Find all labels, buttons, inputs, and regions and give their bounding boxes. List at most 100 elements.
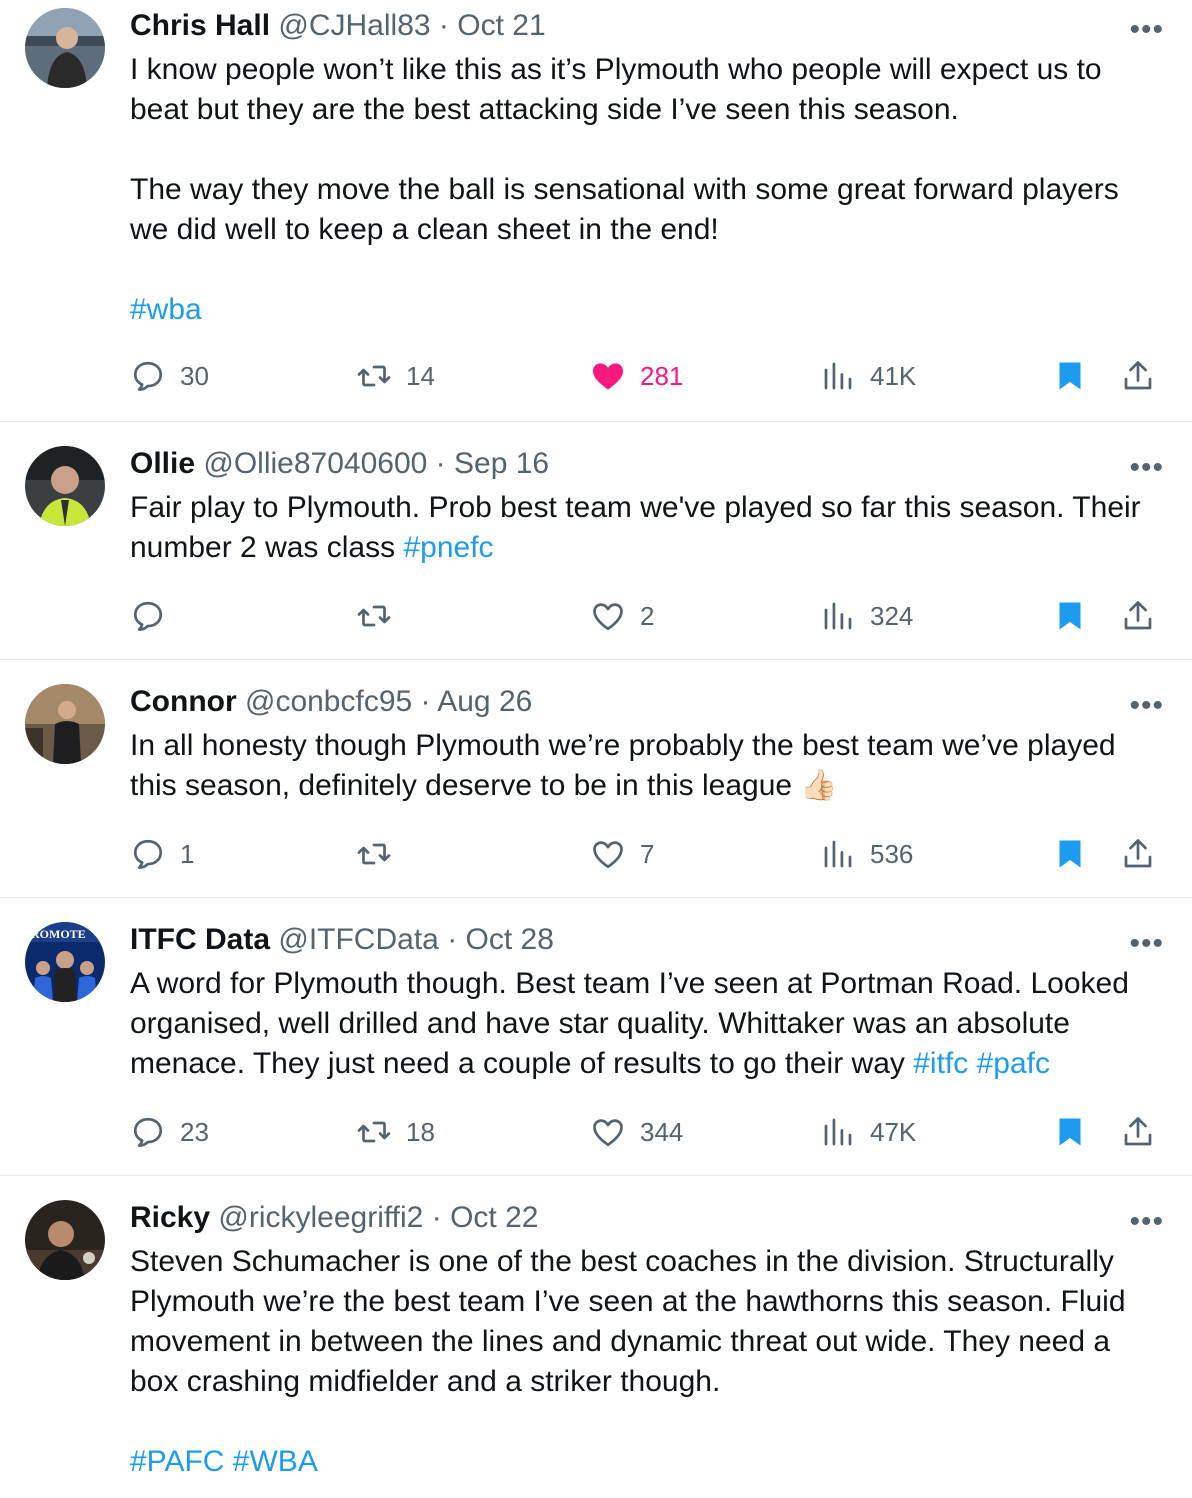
retweet-button[interactable]: 14 bbox=[356, 356, 435, 396]
retweet-button[interactable] bbox=[356, 596, 406, 636]
hashtag-link[interactable]: #wba bbox=[130, 290, 1162, 330]
tweet-date[interactable]: Oct 22 bbox=[450, 1201, 538, 1234]
author-name[interactable]: Connor bbox=[130, 685, 237, 718]
reply-button[interactable] bbox=[130, 596, 180, 636]
tweet-card[interactable]: Connor @conbcfc95 · Aug 26 In all honest… bbox=[0, 660, 1192, 898]
more-options-icon[interactable]: ••• bbox=[1129, 15, 1164, 45]
more-options-icon[interactable]: ••• bbox=[1129, 691, 1164, 721]
tweet-card[interactable]: Chris Hall @CJHall83 · Oct 21 I know peo… bbox=[0, 0, 1192, 422]
tweet-date[interactable]: Aug 26 bbox=[437, 685, 532, 718]
share-icon bbox=[1124, 1117, 1152, 1146]
like-count: 7 bbox=[640, 838, 655, 869]
tweet-paragraph: Fair play to Plymouth. Prob best team we… bbox=[130, 491, 1141, 564]
reply-count: 23 bbox=[180, 1116, 209, 1147]
tweet-card[interactable]: Ricky @rickyleegriffi2 · Oct 22 Steven S… bbox=[0, 1176, 1192, 1498]
views-button[interactable]: 324 bbox=[820, 596, 913, 636]
avatar[interactable] bbox=[25, 446, 105, 526]
separator: · bbox=[438, 9, 449, 42]
analytics-icon bbox=[824, 602, 852, 630]
tweet-paragraph: The way they move the ball is sensationa… bbox=[130, 173, 1119, 246]
bookmark-button[interactable] bbox=[1052, 356, 1088, 396]
tweet-date[interactable]: Sep 16 bbox=[454, 447, 549, 480]
tweet-actions: 23 18 344 47K bbox=[130, 1112, 1156, 1152]
author-handle[interactable]: @rickyleegriffi2 bbox=[218, 1201, 423, 1234]
views-button[interactable]: 47K bbox=[820, 1112, 916, 1152]
like-count: 2 bbox=[640, 600, 655, 631]
avatar[interactable] bbox=[25, 1200, 105, 1280]
share-button[interactable] bbox=[1120, 1112, 1156, 1152]
retweet-count: 14 bbox=[406, 360, 435, 391]
heart-filled-icon bbox=[593, 363, 623, 390]
separator: · bbox=[435, 447, 446, 480]
analytics-icon bbox=[824, 1118, 852, 1146]
bookmark-button[interactable] bbox=[1052, 834, 1088, 874]
avatar[interactable] bbox=[25, 684, 105, 764]
bookmark-filled-icon bbox=[1059, 840, 1081, 868]
hashtag-link[interactable]: #itfc #pafc bbox=[913, 1047, 1050, 1080]
bookmark-button[interactable] bbox=[1052, 1112, 1088, 1152]
separator: · bbox=[431, 1201, 442, 1234]
hashtag-link[interactable]: #PAFC #WBA bbox=[130, 1442, 1162, 1482]
bookmark-filled-icon bbox=[1059, 602, 1081, 630]
more-options-icon[interactable]: ••• bbox=[1129, 1207, 1164, 1237]
like-button[interactable]: 281 bbox=[590, 356, 683, 396]
avatar-text: ROMOTE bbox=[31, 927, 86, 941]
share-button[interactable] bbox=[1120, 834, 1156, 874]
tweet-header: Ricky @rickyleegriffi2 · Oct 22 bbox=[130, 1200, 1162, 1236]
bookmark-button[interactable] bbox=[1052, 596, 1088, 636]
share-button[interactable] bbox=[1120, 356, 1156, 396]
tweet-card[interactable]: Ollie @Ollie87040600 · Sep 16 Fair play … bbox=[0, 422, 1192, 660]
reply-button[interactable]: 30 bbox=[130, 356, 209, 396]
views-count: 536 bbox=[870, 838, 914, 869]
separator: · bbox=[420, 685, 431, 718]
tweet-actions: 2 324 bbox=[130, 596, 1156, 636]
views-count: 41K bbox=[870, 360, 917, 391]
avatar[interactable]: ROMOTE bbox=[25, 922, 105, 1002]
retweet-button[interactable] bbox=[356, 834, 406, 874]
reply-button[interactable]: 23 bbox=[130, 1112, 209, 1152]
like-button[interactable]: 2 bbox=[590, 596, 654, 636]
retweet-icon bbox=[357, 365, 391, 387]
tweet-header: Chris Hall @CJHall83 · Oct 21 bbox=[130, 8, 1162, 44]
author-name[interactable]: Ricky bbox=[130, 1201, 210, 1234]
tweet-text: Steven Schumacher is one of the best coa… bbox=[130, 1242, 1162, 1482]
share-icon bbox=[1124, 361, 1152, 390]
more-options-icon[interactable]: ••• bbox=[1129, 453, 1164, 483]
author-name[interactable]: Chris Hall bbox=[130, 9, 270, 42]
share-icon bbox=[1124, 601, 1152, 630]
bookmark-filled-icon bbox=[1059, 1118, 1081, 1146]
tweet-header: Ollie @Ollie87040600 · Sep 16 bbox=[130, 446, 1162, 482]
like-button[interactable]: 344 bbox=[590, 1112, 683, 1152]
share-button[interactable] bbox=[1120, 596, 1156, 636]
tweet-date[interactable]: Oct 21 bbox=[457, 9, 545, 42]
more-options-icon[interactable]: ••• bbox=[1129, 929, 1164, 959]
analytics-icon bbox=[824, 362, 852, 390]
author-handle[interactable]: @ITFCData bbox=[278, 923, 438, 956]
author-handle[interactable]: @Ollie87040600 bbox=[203, 447, 427, 480]
avatar[interactable] bbox=[25, 8, 105, 88]
tweet-feed: Chris Hall @CJHall83 · Oct 21 I know peo… bbox=[0, 0, 1192, 1498]
author-handle[interactable]: @conbcfc95 bbox=[245, 685, 412, 718]
author-name[interactable]: ITFC Data bbox=[130, 923, 270, 956]
tweet-paragraph: Steven Schumacher is one of the best coa… bbox=[130, 1245, 1126, 1398]
tweet-card[interactable]: ROMOTE ITFC Data @ITFCData · Oct 28 A wo… bbox=[0, 898, 1192, 1176]
author-name[interactable]: Ollie bbox=[130, 447, 195, 480]
analytics-icon bbox=[824, 840, 852, 868]
heart-icon bbox=[593, 1119, 623, 1147]
like-button[interactable]: 7 bbox=[590, 834, 654, 874]
tweet-date[interactable]: Oct 28 bbox=[466, 923, 554, 956]
tweet-text: Fair play to Plymouth. Prob best team we… bbox=[130, 488, 1162, 568]
views-count: 47K bbox=[870, 1116, 917, 1147]
retweet-button[interactable]: 18 bbox=[356, 1112, 435, 1152]
reply-button[interactable]: 1 bbox=[130, 834, 194, 874]
views-button[interactable]: 41K bbox=[820, 356, 916, 396]
like-count: 281 bbox=[640, 360, 684, 391]
heart-icon bbox=[593, 841, 623, 869]
author-handle[interactable]: @CJHall83 bbox=[278, 9, 430, 42]
tweet-paragraph: In all honesty though Plymouth we’re pro… bbox=[130, 729, 1116, 802]
views-button[interactable]: 536 bbox=[820, 834, 913, 874]
reply-icon bbox=[133, 1117, 163, 1147]
retweet-icon bbox=[357, 605, 391, 627]
bookmark-filled-icon bbox=[1059, 362, 1081, 390]
hashtag-link[interactable]: #pnefc bbox=[403, 531, 493, 564]
